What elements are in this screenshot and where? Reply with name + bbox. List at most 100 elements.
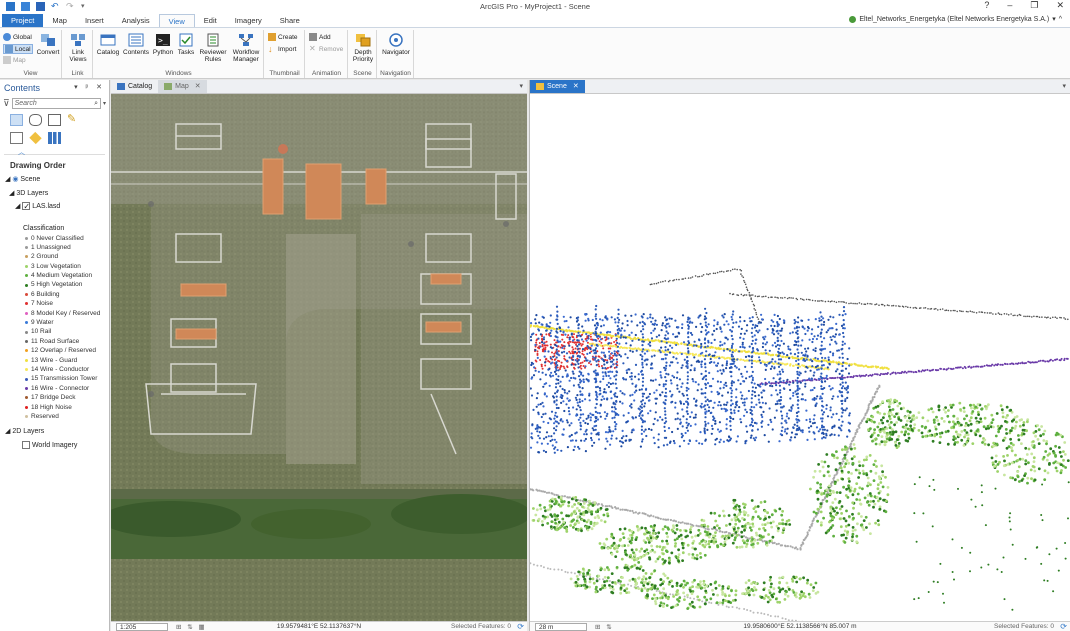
reviewer-rules-button[interactable]: Reviewer Rules <box>198 33 228 63</box>
classification-item[interactable]: 0 Never Classified <box>0 234 109 243</box>
classification-item[interactable]: 16 Wire - Connector <box>0 384 109 393</box>
las-layer-checkbox[interactable] <box>22 200 31 214</box>
create-thumbnail-button[interactable]: Create <box>268 33 298 41</box>
chevron-down-icon: ▾ <box>1052 16 1056 23</box>
tabs-dropdown-icon[interactable]: ▾ <box>1062 82 1066 90</box>
search-options-icon[interactable]: ▾ <box>103 100 106 107</box>
point-cloud <box>530 268 1070 621</box>
depth-priority-button[interactable]: Depth Priority <box>350 33 376 63</box>
classification-item[interactable]: 12 Overlap / Reserved <box>0 346 109 355</box>
close-button[interactable]: ✕ <box>1056 0 1064 11</box>
convert-button[interactable]: Convert <box>36 33 60 56</box>
tab-view[interactable]: View <box>158 14 195 27</box>
classification-item[interactable]: 6 Building <box>0 290 109 299</box>
tab-analysis[interactable]: Analysis <box>113 14 159 27</box>
link-group-label: Link <box>71 70 84 77</box>
classification-item[interactable]: 3 Low Vegetation <box>0 262 109 271</box>
classification-item[interactable]: 5 High Vegetation <box>0 280 109 289</box>
world-imagery-checkbox[interactable] <box>22 440 30 449</box>
filter-icon[interactable]: ⊽ <box>3 98 10 109</box>
link-views-button[interactable]: Link Views <box>66 33 90 63</box>
navigator-button[interactable]: Navigator <box>380 33 412 56</box>
map-view-tabs: Catalog Map ✕ ▾ <box>111 80 527 94</box>
add-animation-button[interactable]: Add <box>309 33 331 41</box>
drawing-order-icon[interactable] <box>10 114 23 126</box>
selection-icon[interactable] <box>48 114 61 126</box>
tree-world-imagery[interactable]: World Imagery <box>0 439 109 453</box>
import-thumbnail-button[interactable]: ↓ Import <box>268 45 296 54</box>
class-label: 1 Unassigned <box>31 243 71 251</box>
aerial-imagery <box>111 94 527 621</box>
tree-2d-layers[interactable]: ◢ 2D Layers <box>0 425 109 439</box>
tab-project[interactable]: Project <box>2 14 44 27</box>
navigation-group-label: Navigation <box>380 70 411 77</box>
tab-catalog[interactable]: Catalog <box>111 80 158 93</box>
local-button[interactable]: Local <box>3 44 33 54</box>
collapse-ribbon-icon[interactable]: ^ <box>1059 16 1062 23</box>
classification-item[interactable]: 17 Bridge Deck <box>0 393 109 402</box>
classification-item[interactable]: 1 Unassigned <box>0 243 109 252</box>
editing-icon[interactable]: ✎ <box>67 114 80 126</box>
account-info[interactable]: Eltel_Networks_Energetyka (Eltel Network… <box>849 15 1062 23</box>
scene-group-label: Scene <box>353 70 372 77</box>
data-source-icon[interactable] <box>29 114 42 126</box>
toolbar-collapse-caret[interactable]: ︿ <box>4 147 105 156</box>
tab-scene[interactable]: Scene ✕ <box>530 80 585 93</box>
close-tab-icon[interactable]: ✕ <box>195 80 201 93</box>
class-color-swatch <box>25 377 28 381</box>
class-label: 15 Transmission Tower <box>31 375 98 383</box>
class-label: 9 Water <box>31 319 54 327</box>
labeling-icon[interactable] <box>29 131 42 145</box>
restore-button[interactable]: ❐ <box>1030 0 1038 11</box>
tree-3d-layers[interactable]: ◢ 3D Layers <box>0 187 109 201</box>
contents-search-input[interactable]: Search ⌕ <box>11 98 101 109</box>
snapping-icon[interactable] <box>10 132 23 144</box>
point-cloud-scene-canvas[interactable] <box>530 94 1070 621</box>
map-icon <box>164 83 173 90</box>
remove-animation-button[interactable]: ✕ Remove <box>309 45 343 53</box>
tree-las-layer[interactable]: ◢ LAS.lasd <box>0 200 109 214</box>
contents-button[interactable]: Contents <box>123 33 149 56</box>
windows-group: Catalog Contents >_ Python Tasks Reviewe… <box>94 30 264 78</box>
aerial-imagery-canvas[interactable] <box>111 94 527 621</box>
tab-map-view[interactable]: Map ✕ <box>158 80 207 93</box>
map-button[interactable]: Map <box>3 56 26 64</box>
classification-item[interactable]: 2 Ground <box>0 252 109 261</box>
classification-item[interactable]: Reserved <box>0 412 109 421</box>
classification-item[interactable]: 18 High Noise <box>0 403 109 412</box>
tab-edit[interactable]: Edit <box>195 14 226 27</box>
catalog-button[interactable]: Catalog <box>96 33 120 56</box>
tree-scene[interactable]: ◢ ◉ Scene <box>0 173 109 187</box>
thumbnail-group-label: Thumbnail <box>269 70 300 77</box>
classification-item[interactable]: 14 Wire - Conductor <box>0 365 109 374</box>
classification-item[interactable]: 7 Noise <box>0 299 109 308</box>
thumbnail-group: Create ↓ Import Thumbnail <box>265 30 305 78</box>
classification-item[interactable]: 9 Water <box>0 318 109 327</box>
tab-imagery[interactable]: Imagery <box>226 14 271 27</box>
scene-icon: ◉ <box>12 176 19 183</box>
tasks-icon <box>179 33 193 47</box>
refresh-icon[interactable]: ⟳ <box>1060 622 1067 631</box>
help-button[interactable]: ? <box>984 0 989 11</box>
tabs-dropdown-icon[interactable]: ▾ <box>519 82 523 90</box>
tasks-button[interactable]: Tasks <box>176 33 196 56</box>
minimize-button[interactable]: – <box>1007 0 1012 11</box>
global-button[interactable]: Global <box>3 33 32 41</box>
classification-item[interactable]: 4 Medium Vegetation <box>0 271 109 280</box>
classification-item[interactable]: 10 Rail <box>0 327 109 336</box>
animation-group: Add ✕ Remove Animation <box>306 30 348 78</box>
python-button[interactable]: >_ Python <box>151 33 175 56</box>
refresh-icon[interactable]: ⟳ <box>517 622 524 631</box>
tab-insert[interactable]: Insert <box>76 14 113 27</box>
classification-item[interactable]: 8 Model Key / Reserved <box>0 309 109 318</box>
close-tab-icon[interactable]: ✕ <box>573 80 579 93</box>
tab-map[interactable]: Map <box>43 14 76 27</box>
class-label: 0 Never Classified <box>31 234 84 242</box>
pane-controls[interactable]: ▾ ᵖ ✕ <box>74 83 105 91</box>
classification-item[interactable]: 13 Wire - Guard <box>0 356 109 365</box>
tab-share[interactable]: Share <box>271 14 309 27</box>
charts-icon[interactable] <box>48 132 61 144</box>
workflow-manager-button[interactable]: Workflow Manager <box>229 33 263 63</box>
classification-item[interactable]: 15 Transmission Tower <box>0 374 109 383</box>
classification-item[interactable]: 11 Road Surface <box>0 337 109 346</box>
